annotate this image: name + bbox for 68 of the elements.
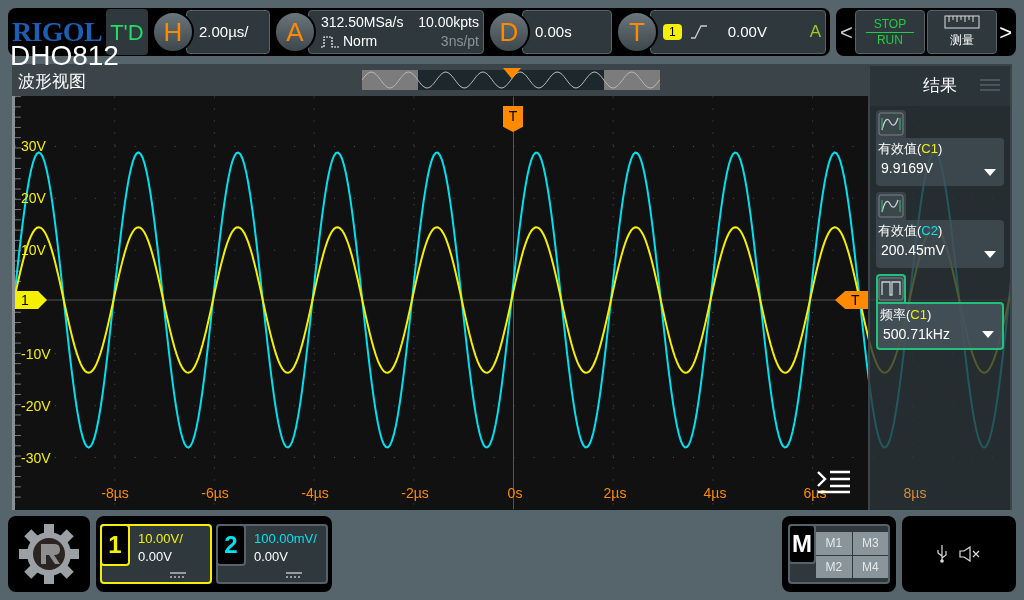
measurement-value: 200.45mV bbox=[880, 241, 946, 260]
axis-label: -30V bbox=[21, 451, 51, 465]
axis-label: -6µs bbox=[200, 486, 230, 500]
trigger-sweep: A bbox=[809, 21, 821, 44]
measurement-card[interactable]: 有效值(C1) 9.9169V bbox=[876, 138, 1004, 186]
run-stop-button[interactable]: STOP RUN bbox=[854, 10, 925, 54]
pulse-measure-icon bbox=[878, 277, 904, 301]
resolution: 3ns/pt bbox=[439, 32, 479, 51]
usb-icon bbox=[937, 544, 947, 564]
measurement-value: 9.9169V bbox=[880, 159, 935, 178]
math-button[interactable]: M bbox=[788, 524, 816, 564]
ruler-icon bbox=[944, 15, 981, 29]
delay-field[interactable]: 0.00s bbox=[522, 10, 612, 54]
measurement-label: 有效值(C2) bbox=[878, 222, 944, 240]
timebase-field[interactable]: 2.00µs/ bbox=[186, 10, 270, 54]
results-title: 结果 bbox=[923, 75, 957, 98]
channel-offset: 0.00V bbox=[138, 550, 172, 563]
channel-number: 2 bbox=[216, 524, 246, 566]
axis-label: -4µs bbox=[300, 486, 330, 500]
measure-button[interactable]: 测量 bbox=[927, 10, 998, 54]
dropdown-icon[interactable] bbox=[982, 331, 994, 338]
pulse-icon bbox=[321, 35, 339, 48]
view-title: 波形视图 bbox=[17, 73, 86, 93]
trigger-level-marker[interactable]: T bbox=[835, 291, 869, 309]
channel-card[interactable]: 2 100.00mV/ 0.00V bbox=[216, 524, 328, 584]
channel-scale: 10.00V/ bbox=[138, 532, 183, 545]
measurement-card[interactable]: 有效值(C2) 200.45mV bbox=[876, 220, 1004, 268]
dropdown-icon[interactable] bbox=[984, 251, 996, 258]
axis-label: 0s bbox=[506, 486, 524, 500]
axis-label: 4µs bbox=[702, 486, 728, 500]
axis-label: -8µs bbox=[100, 486, 130, 500]
trigger-level: 0.00V bbox=[727, 21, 767, 42]
channel-marker[interactable]: 1 bbox=[15, 291, 47, 309]
trigger-marker[interactable]: T bbox=[503, 106, 523, 132]
axis-label: -10V bbox=[21, 347, 51, 361]
sine-measure-icon bbox=[878, 112, 904, 136]
channel-card[interactable]: 1 10.00V/ 0.00V bbox=[100, 524, 212, 584]
axis-label: 30V bbox=[21, 139, 46, 153]
channel-number: 1 bbox=[100, 524, 130, 566]
channel-offset: 0.00V bbox=[254, 550, 288, 563]
measurement-value: 500.71kHz bbox=[882, 325, 951, 344]
sample-rate: 312.50MSa/s bbox=[321, 13, 405, 32]
acquire-panel[interactable]: 312.50MSa/s 10.00kpts Norm 3ns/pt bbox=[308, 10, 484, 54]
overview-bar[interactable] bbox=[362, 70, 660, 90]
memory-depth: 10.00kpts bbox=[417, 13, 479, 32]
next-arrow[interactable]: > bbox=[999, 15, 1012, 49]
dc-coupling-icon bbox=[170, 572, 186, 578]
trigger-position-icon bbox=[503, 68, 521, 80]
acquire-mode: Norm bbox=[343, 32, 378, 51]
trigger-panel[interactable]: 1 0.00V A bbox=[650, 10, 826, 54]
home-button[interactable] bbox=[8, 516, 90, 592]
dc-coupling-icon bbox=[286, 572, 302, 578]
axis-label: -20V bbox=[21, 399, 51, 413]
channel-scale: 100.00mV/ bbox=[254, 532, 317, 545]
axis-label: 8µs bbox=[902, 486, 928, 500]
previous-arrow[interactable]: < bbox=[840, 15, 853, 49]
measurement-label: 频率(C1) bbox=[880, 306, 933, 324]
dropdown-icon[interactable] bbox=[984, 169, 996, 176]
axis-label: 2µs bbox=[602, 486, 628, 500]
trigger-source: 1 bbox=[663, 24, 682, 40]
measurement-card[interactable]: 频率(C1) 500.71kHz bbox=[876, 302, 1004, 350]
rising-edge-icon bbox=[689, 25, 708, 39]
gear-logo-icon bbox=[17, 522, 81, 586]
mute-icon[interactable] bbox=[959, 546, 981, 562]
sine-measure-icon bbox=[878, 194, 904, 218]
axis-label: -2µs bbox=[400, 486, 430, 500]
brand-logo: RIGOL bbox=[11, 18, 102, 46]
measurement-label: 有效值(C1) bbox=[878, 140, 944, 158]
